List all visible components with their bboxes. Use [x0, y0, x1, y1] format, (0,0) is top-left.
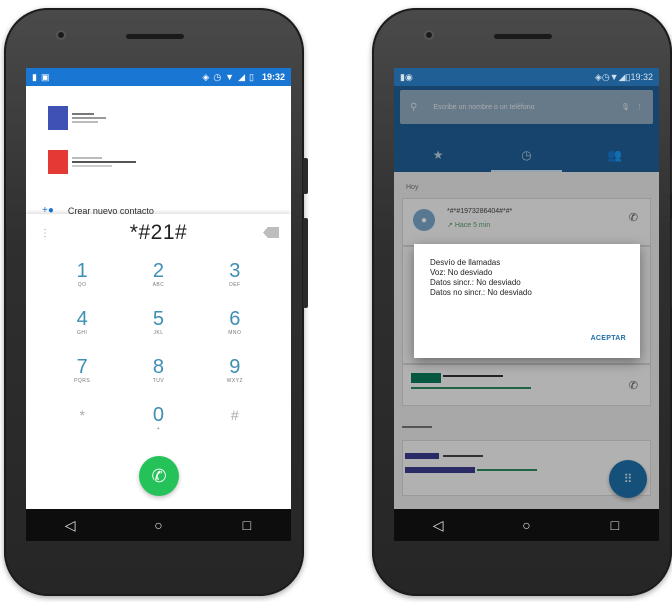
app-notification-icon: ◉ — [404, 71, 413, 82]
key-0[interactable]: 0 + — [120, 404, 196, 448]
contact-avatar — [48, 106, 68, 130]
volume-key[interactable] — [303, 218, 308, 308]
image-notification-icon: ▣ — [40, 71, 50, 82]
redacted-contact-name — [72, 155, 136, 169]
dialer-screen: ▮ ▣ ◈ ◷ ▼ ◢ ▯ 19:32 +● Crear nuevo conta… — [26, 68, 291, 541]
phone-dialer: ▮ ▣ ◈ ◷ ▼ ◢ ▯ 19:32 +● Crear nuevo conta… — [4, 8, 308, 596]
earpiece-speaker — [126, 34, 184, 39]
dialog-voice-status: Voz: No desviado — [430, 268, 493, 277]
back-icon[interactable]: ◁ — [55, 517, 85, 534]
key-1[interactable]: 1 QO — [44, 260, 120, 304]
status-bar: ▮ ▣ ◈ ◷ ▼ ◢ ▯ 19:32 — [26, 68, 291, 86]
phone-icon: ✆ — [151, 465, 167, 486]
redacted-contact-name — [72, 111, 106, 125]
dialpad-panel: ⋮ *#21# 1 QO 2 ABC 3 DEF 4 GHI 5 JKL 6 MNO 7 PQ… — [26, 214, 291, 509]
key-8[interactable]: 8 TUV — [120, 356, 196, 400]
contact-suggestions: +● Crear nuevo contacto — [26, 86, 291, 216]
status-bar: ▮ ◉ ◈ ◷ ▼ ◢ ▯ 19:32 — [394, 68, 659, 86]
dialed-number[interactable]: *#21# — [26, 221, 291, 245]
phone-call-log: ▮ ◉ ◈ ◷ ▼ ◢ ▯ 19:32 ⚲ Escribe un nombre … — [372, 8, 672, 596]
key-5[interactable]: 5 JKL — [120, 308, 196, 352]
nav-bar: ◁ ○ □ — [394, 509, 659, 541]
recents-icon[interactable]: □ — [232, 517, 262, 533]
key-4[interactable]: 4 GHI — [44, 308, 120, 352]
key-hash[interactable]: # — [197, 404, 273, 448]
battery-icon: ▯ — [249, 71, 254, 82]
key-6[interactable]: 6 MNO — [197, 308, 273, 352]
vibrate-icon: ◈ — [594, 71, 602, 82]
keypad: 1 QO 2 ABC 3 DEF 4 GHI 5 JKL 6 MNO 7 PQRS 8 TUV … — [26, 252, 291, 448]
overflow-menu-icon[interactable]: ⋮ — [40, 228, 50, 239]
key-2[interactable]: 2 ABC — [120, 260, 196, 304]
power-key[interactable] — [303, 158, 308, 194]
dialog-sync-data-status: Datos sincr.: No desviado — [430, 278, 521, 287]
signal-icon: ◢ — [238, 71, 246, 82]
recents-icon[interactable]: □ — [600, 517, 630, 533]
back-icon[interactable]: ◁ — [423, 517, 453, 534]
contact-avatar — [48, 150, 68, 174]
home-icon[interactable]: ○ — [143, 517, 173, 533]
wifi-icon: ▼ — [225, 72, 235, 82]
front-camera — [56, 30, 66, 40]
contact-suggestion[interactable] — [48, 150, 136, 174]
nav-bar: ◁ ○ □ — [26, 509, 291, 541]
wifi-icon: ▼ — [609, 72, 619, 82]
sim-icon: ▮ — [32, 71, 37, 82]
key-3[interactable]: 3 DEF — [197, 260, 273, 304]
vibrate-icon: ◈ — [202, 71, 210, 82]
earpiece-speaker — [494, 34, 552, 39]
status-time: 19:32 — [630, 72, 653, 82]
dialog-title: Desvío de llamadas — [430, 258, 501, 267]
dialed-number-display: ⋮ *#21# — [26, 214, 291, 252]
key-7[interactable]: 7 PQRS — [44, 356, 120, 400]
dialog-async-data-status: Datos no sincr.: No desviado — [430, 288, 532, 297]
home-icon[interactable]: ○ — [511, 517, 541, 533]
alarm-icon: ◷ — [213, 71, 222, 82]
status-time: 19:32 — [261, 72, 285, 82]
accept-button[interactable]: ACEPTAR — [591, 335, 626, 342]
call-button[interactable]: ✆ — [139, 456, 179, 496]
front-camera — [424, 30, 434, 40]
key-9[interactable]: 9 WXYZ — [197, 356, 273, 400]
call-log-screen: ▮ ◉ ◈ ◷ ▼ ◢ ▯ 19:32 ⚲ Escribe un nombre … — [394, 68, 659, 541]
key-star[interactable]: * — [44, 404, 120, 448]
call-forwarding-dialog: Desvío de llamadas Voz: No desviado Dato… — [414, 244, 640, 358]
stage: ▮ ▣ ◈ ◷ ▼ ◢ ▯ 19:32 +● Crear nuevo conta… — [0, 0, 672, 602]
signal-icon: ◢ — [618, 71, 626, 82]
contact-suggestion[interactable] — [48, 106, 106, 130]
alarm-icon: ◷ — [601, 71, 610, 82]
